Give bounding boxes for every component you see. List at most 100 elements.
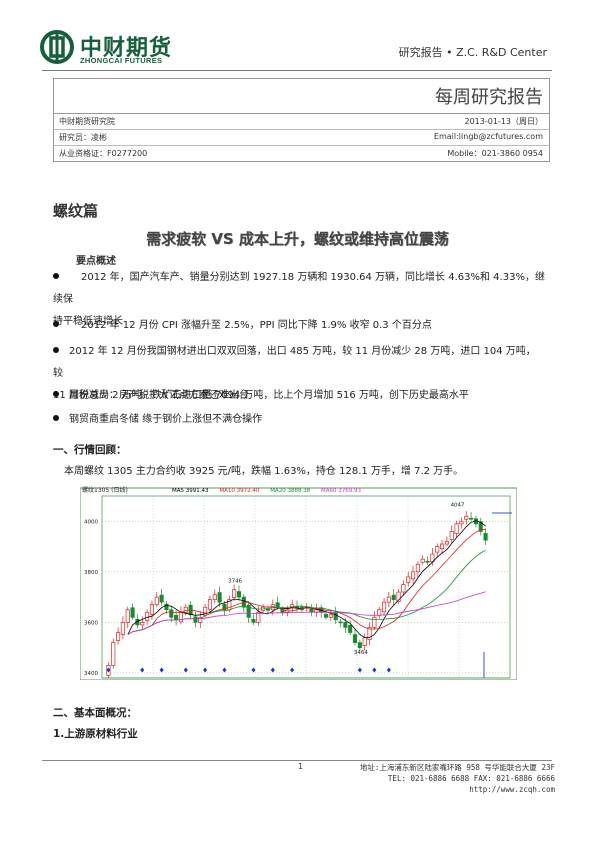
candle-body	[125, 609, 130, 623]
candle-body	[217, 592, 222, 603]
footer-address: 地址:上海浦东新区陆家嘴环路 958 号华能联合大厦 23F	[359, 763, 555, 772]
info-row-license: 从业资格证：F0277200 Mobile：021-3860 0954	[54, 146, 549, 161]
info-row-researcher: 研究员：凌彬 Email:lingb@zcfutures.com	[54, 130, 549, 146]
section2-title: 二、基本面概况：	[53, 707, 137, 719]
report-title-row: 每周研究报告	[54, 79, 549, 114]
legend-entry: MA60 3769.93	[321, 488, 361, 494]
header-divider	[42, 70, 552, 71]
price-annotation: 4047	[451, 502, 465, 508]
candle-body	[174, 614, 179, 621]
candle-body	[145, 611, 150, 621]
bullet-dot-icon	[53, 415, 59, 421]
bullet-text: 钢贸商重启冬储 缘于钢价上涨但不满仓操作	[69, 414, 263, 425]
legend-entry: MA20 3888.38	[270, 488, 310, 494]
candle-body	[386, 596, 391, 603]
candle-body	[120, 622, 125, 635]
candle-body	[381, 601, 387, 613]
candle-body	[459, 520, 464, 525]
company-logo: 中财期货 ZHONGCAI FUTURES	[40, 30, 180, 66]
candle-body	[454, 523, 459, 534]
candle-body	[362, 637, 367, 646]
report-date: 2013-01-13（周日）	[464, 117, 544, 126]
report-info-table: 每周研究报告 中财期货研究院 2013-01-13（周日） 研究员：凌彬 Ema…	[53, 78, 550, 162]
candle-body	[406, 576, 411, 583]
chart-svg: 螺纹1305 (日线) MA5 3991.43 MA10 3972.40 MA20 …	[79, 482, 518, 681]
footer-divider	[42, 760, 552, 761]
section-title: 螺纹篇	[53, 202, 99, 220]
report-headline: 需求疲软 VS 成本上升，螺纹或维持高位震荡	[146, 230, 449, 248]
chart-title: 螺纹1305 (日线)	[82, 486, 128, 494]
page-number: 1	[298, 762, 304, 771]
candle-body	[328, 614, 333, 618]
section2-subtitle: 1.上游原材料行业	[53, 728, 138, 740]
footer-contact: 地址:上海浦东新区陆家嘴环路 958 号华能联合大厦 23F TEL: 021-…	[360, 762, 555, 795]
candle-body	[333, 612, 338, 621]
institute-name: 中财期货研究院	[59, 117, 115, 126]
candle-body	[411, 571, 416, 580]
logo-emblem-icon	[40, 30, 74, 64]
candle-body	[343, 622, 348, 628]
candle-body	[372, 616, 377, 628]
candle-body	[338, 621, 343, 624]
bullet-item: 2012 年 12 月份 CPI 涨幅升至 2.5%，PPI 同比下降 1.9%…	[53, 315, 545, 337]
candle-body	[483, 533, 488, 541]
bullet-item: 国税总局：房产税扩大试点方案还难出台	[53, 385, 545, 407]
bullet-item: 钢贸商重启冬储 缘于钢价上涨但不满仓操作	[53, 409, 545, 431]
candle-body	[323, 613, 329, 618]
researcher-name: 研究员：凌彬	[59, 133, 107, 142]
candle-body	[116, 632, 121, 641]
footer-phone: TEL: 021-6886 6688 FAX: 021-6886 6666	[387, 774, 555, 783]
researcher-email: Email:lingb@zcfutures.com	[433, 132, 543, 141]
bullet-text: 2012 年 12 月份 CPI 涨幅升至 2.5%，PPI 同比下降 1.9%…	[81, 320, 432, 331]
candle-body	[212, 594, 217, 600]
bullet-text: 2012 年 12 月份我国钢材进出口双双回落，出口 485 万吨，较 11 月…	[53, 346, 536, 379]
candle-body	[440, 543, 445, 549]
candle-body	[449, 531, 454, 540]
section1-text: 本周螺纹 1305 主力合约收 3925 元/吨，跌幅 1.63%，持仓 128…	[64, 466, 464, 477]
license-number: 从业资格证：F0277200	[59, 149, 148, 158]
candle-body	[159, 594, 164, 603]
researcher-mobile: Mobile：021-3860 0954	[447, 149, 543, 158]
candle-body	[154, 596, 159, 606]
report-title: 每周研究报告	[435, 87, 543, 108]
candle-body	[377, 609, 382, 616]
candle-body	[294, 606, 300, 609]
candle-body	[469, 517, 474, 520]
candle-body	[207, 599, 213, 610]
candle-body	[435, 546, 440, 553]
candle-body	[140, 622, 145, 626]
candle-body	[352, 634, 358, 643]
y-tick-label: 3400	[84, 671, 98, 677]
candle-body	[232, 589, 237, 598]
candle-body	[401, 584, 406, 593]
logo-text-en: ZHONGCAI FUTURES	[80, 56, 163, 65]
candle-body	[420, 558, 425, 563]
candle-body	[178, 611, 183, 623]
candlestick-chart: 螺纹1305 (日线) MA5 3991.43 MA10 3972.40 MA20 …	[79, 482, 518, 681]
candle-body	[444, 541, 449, 545]
candle-body	[251, 619, 256, 623]
legend-entry: MA10 3972.40	[219, 488, 259, 494]
candle-body	[149, 604, 154, 615]
info-row-institute: 中财期货研究院 2013-01-13（周日）	[54, 114, 549, 130]
bullet-dot-icon	[53, 273, 59, 279]
candle-body	[169, 609, 174, 618]
price-annotation: 3464	[354, 650, 368, 656]
candle-body	[415, 563, 420, 573]
candle-body	[193, 616, 198, 623]
footer-website: http://www.zcqh.com	[469, 785, 555, 794]
legend-entry: MA5 3991.43	[172, 488, 209, 494]
bullet-dot-icon	[53, 321, 59, 327]
price-annotation: 3746	[228, 578, 242, 584]
header-caption: 研究报告 • Z.C. R&D Center	[398, 46, 547, 59]
key-points-label: 要点概述	[76, 256, 116, 267]
bullet-text: 国税总局：房产税扩大试点方案还难出台	[69, 390, 249, 401]
y-tick-label: 3800	[84, 570, 98, 576]
bullet-dot-icon	[53, 391, 59, 397]
candle-body	[183, 606, 188, 613]
candle-body	[236, 591, 242, 598]
y-tick-label: 4000	[84, 519, 98, 525]
y-tick-label: 3600	[84, 620, 98, 626]
candle-body	[391, 594, 396, 600]
section1-title: 一、行情回顾：	[53, 444, 127, 456]
